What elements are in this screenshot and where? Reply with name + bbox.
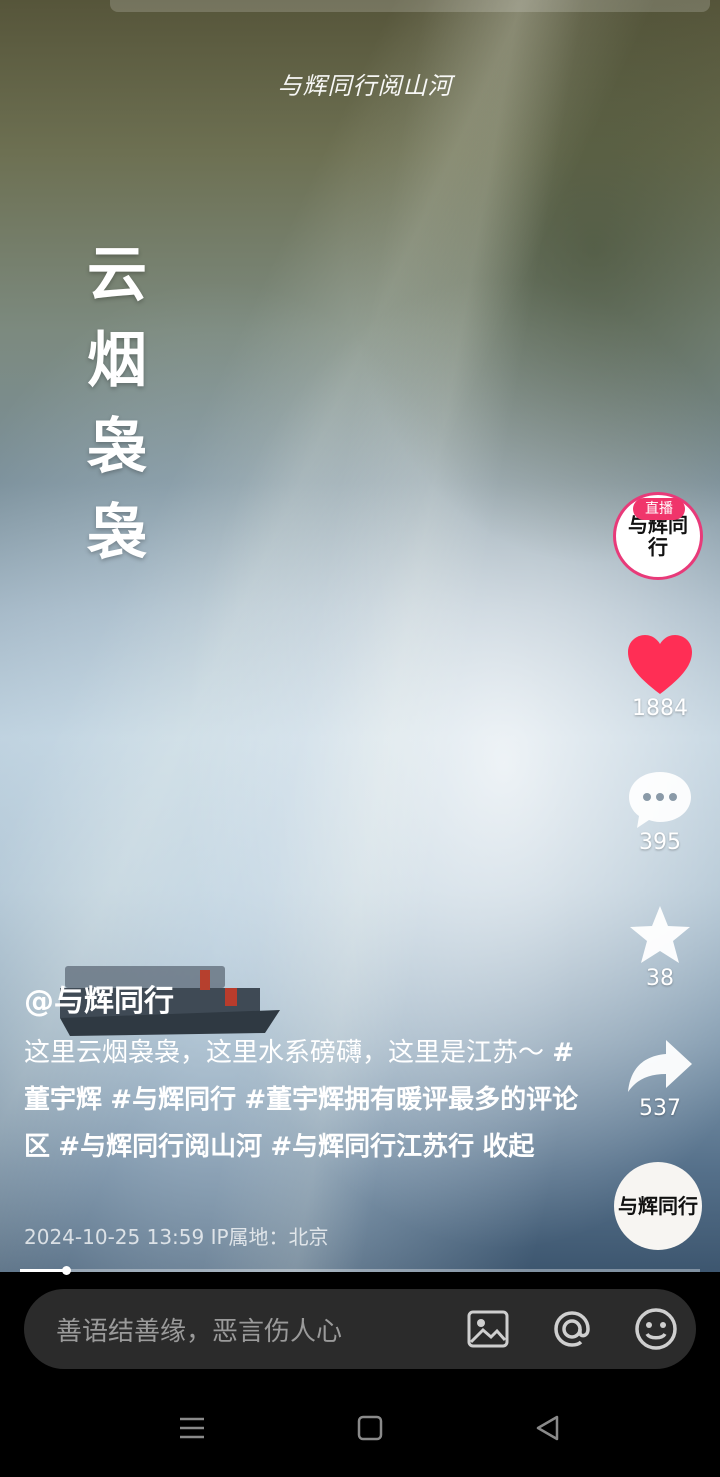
- video-watermark: 与辉同行阅山河: [277, 72, 453, 100]
- hashtag[interactable]: #与辉同行: [110, 1085, 236, 1115]
- share-button[interactable]: 537: [610, 1036, 710, 1121]
- image-icon[interactable]: [466, 1307, 510, 1351]
- speech-bubble-icon: [629, 772, 691, 828]
- back-triangle-icon[interactable]: [528, 1408, 568, 1448]
- like-button[interactable]: 1884: [610, 634, 710, 721]
- at-icon[interactable]: [550, 1307, 594, 1351]
- live-badge: 直播: [633, 498, 685, 520]
- author-name[interactable]: @与辉同行: [24, 976, 174, 1020]
- share-count: 537: [639, 1096, 681, 1121]
- video-title-vertical: 云 烟 袅 袅: [82, 232, 152, 576]
- comment-button[interactable]: 395: [610, 770, 710, 855]
- comment-input-bar[interactable]: 善语结善缘，恶言伤人心: [24, 1289, 696, 1369]
- star-icon: [630, 906, 690, 963]
- collapse-button[interactable]: 收起: [482, 1132, 534, 1162]
- video-title-char: 袅: [87, 412, 147, 482]
- comment-count: 395: [639, 830, 681, 855]
- hashtag[interactable]: #与辉同行江苏行: [270, 1132, 474, 1162]
- caption: 这里云烟袅袅，这里水系磅礴，这里是江苏～ #董宇辉 #与辉同行 #董宇辉拥有暖评…: [24, 1030, 584, 1171]
- home-square-icon[interactable]: [350, 1408, 390, 1448]
- favorite-button[interactable]: 38: [610, 904, 710, 991]
- post-meta: 2024-10-25 13:59 IP属地：北京: [24, 1221, 329, 1250]
- heart-icon: [628, 635, 692, 694]
- menu-icon[interactable]: [172, 1408, 212, 1448]
- system-nav-bar: [0, 1392, 720, 1477]
- video-title-char: 云: [87, 240, 147, 310]
- share-arrow-icon: [628, 1040, 692, 1092]
- ip-location: IP属地：北京: [210, 1225, 329, 1249]
- favorite-count: 38: [646, 966, 674, 991]
- like-count: 1884: [632, 696, 688, 721]
- video-title-char: 烟: [87, 326, 147, 396]
- progress-bar[interactable]: [20, 1266, 700, 1275]
- caption-text: 这里云烟袅袅，这里水系磅礴，这里是江苏～: [24, 1038, 545, 1068]
- progress-handle[interactable]: [61, 1266, 71, 1275]
- comment-input[interactable]: 善语结善缘，恶言伤人心: [56, 1311, 426, 1348]
- video-title-char: 袅: [87, 498, 147, 568]
- timestamp: 2024-10-25 13:59: [24, 1225, 205, 1249]
- hashtag[interactable]: #与辉同行阅山河: [58, 1132, 262, 1162]
- top-overlay: [110, 0, 710, 12]
- music-disc-button[interactable]: 与辉同行: [614, 1162, 702, 1250]
- emoji-icon[interactable]: [634, 1307, 678, 1351]
- progress-fill: [20, 1269, 66, 1272]
